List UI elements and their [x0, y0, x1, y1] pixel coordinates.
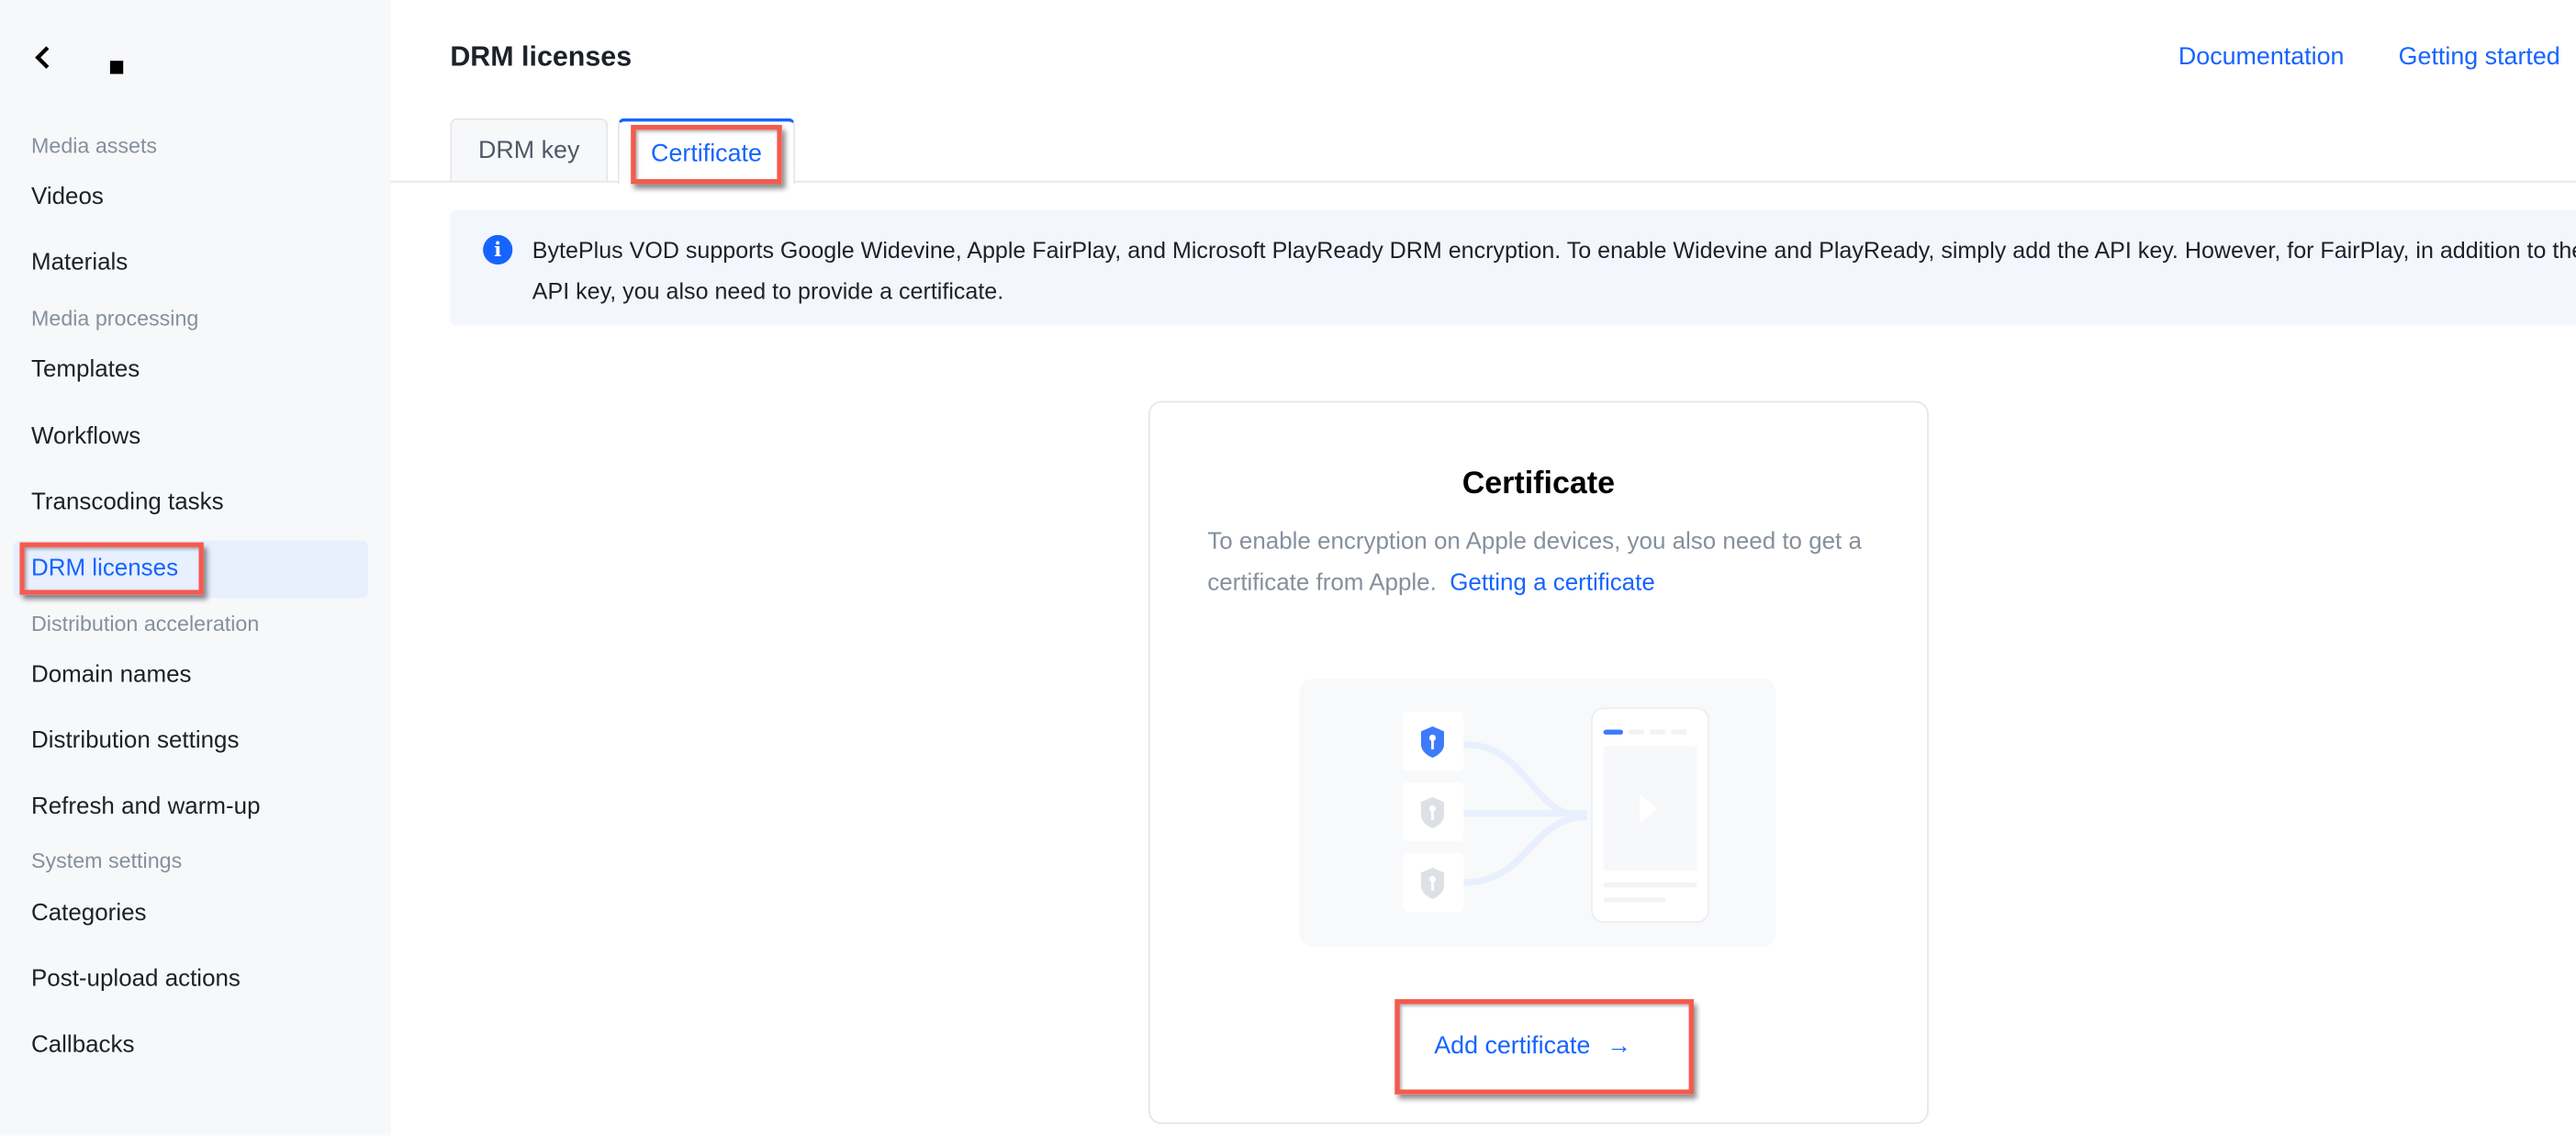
info-banner-text: BytePlus VOD supports Google Widevine, A… — [532, 236, 2576, 305]
tab-drm-key[interactable]: DRM key — [450, 118, 609, 181]
sidebar-item-callbacks[interactable]: Callbacks — [31, 1032, 134, 1059]
sidebar-item-post-upload-actions[interactable]: Post-upload actions — [31, 966, 241, 993]
sidebar-item-domain-names[interactable]: Domain names — [31, 662, 192, 689]
page-title: DRM licenses — [450, 40, 633, 73]
sidebar-item-categories[interactable]: Categories — [31, 901, 146, 928]
documentation-link[interactable]: Documentation — [2178, 43, 2345, 71]
sidebar-item-drm-licenses[interactable]: DRM licenses — [31, 556, 178, 582]
sidebar-item-workflows[interactable]: Workflows — [31, 424, 140, 451]
card-description: To enable encryption on Apple devices, y… — [1207, 523, 1881, 604]
getting-started-link[interactable]: Getting started — [2399, 43, 2560, 71]
sidebar-item-videos[interactable]: Videos — [31, 184, 104, 210]
section-media-processing: Media processing — [31, 305, 199, 331]
info-icon: i — [483, 234, 513, 265]
back-button[interactable] — [33, 43, 52, 83]
drm-illustration — [1299, 679, 1776, 947]
section-system-settings: System settings — [31, 848, 183, 873]
sidebar-item-materials[interactable]: Materials — [31, 250, 128, 276]
add-certificate-button[interactable]: Add certificate → — [1401, 1006, 1686, 1085]
card-title: Certificate — [1462, 467, 1615, 501]
tab-certificate[interactable]: Certificate — [617, 118, 796, 185]
section-media-assets: Media assets — [31, 132, 158, 158]
sidebar-item-templates[interactable]: Templates — [31, 356, 140, 383]
sidebar-item-refresh-warm-up[interactable]: Refresh and warm-up — [31, 793, 260, 820]
add-certificate-label: Add certificate — [1434, 1030, 1591, 1060]
section-distribution-acceleration: Distribution acceleration — [31, 611, 260, 636]
arrow-right-icon: → — [1607, 1030, 1632, 1060]
sidebar: Media assets Videos Materials Media proc… — [0, 0, 391, 1136]
illustration-graphic — [1403, 707, 1709, 923]
chevron-left-icon — [35, 46, 50, 69]
getting-certificate-link[interactable]: Getting a certificate — [1450, 570, 1655, 597]
sidebar-item-transcoding-tasks[interactable]: Transcoding tasks — [31, 489, 224, 516]
logo-placeholder-icon — [109, 61, 124, 74]
sidebar-item-distribution-settings[interactable]: Distribution settings — [31, 728, 239, 755]
